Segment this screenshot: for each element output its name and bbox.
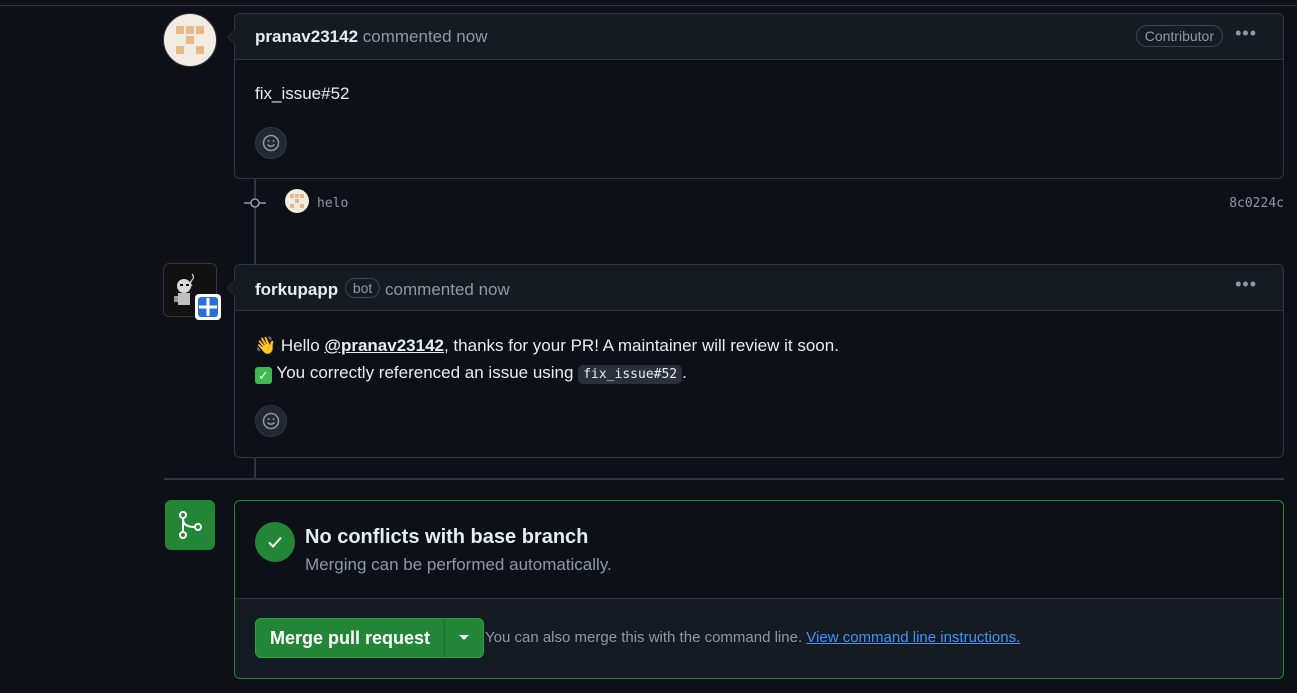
contributor-badge: Contributor [1135, 25, 1223, 47]
period-text: . [682, 363, 687, 382]
caret-down-icon [459, 635, 470, 640]
merge-pull-request-button[interactable]: Merge pull request [256, 619, 444, 657]
merge-button-group: Merge pull request [255, 618, 485, 658]
avatar-pranav23142[interactable] [163, 13, 217, 67]
bot-comment-header: forkupapp bot commented now ••• [227, 265, 1283, 311]
comment-header: pranav23142 commented now Contributor ••… [227, 14, 1283, 60]
app-badge-icon [195, 294, 221, 320]
emoji-smiley-icon [262, 134, 280, 152]
comment-menu-icon[interactable]: ••• [1235, 23, 1257, 44]
comment-author[interactable]: pranav23142 [255, 27, 358, 46]
bot-comment-author[interactable]: forkupapp [255, 280, 338, 299]
bot-comment-line1: 👋 Hello @pranav23142, thanks for your PR… [255, 336, 839, 356]
merge-status-section: No conflicts with base branch Merging ca… [235, 501, 1283, 599]
add-reaction-button[interactable] [255, 405, 287, 437]
commit-author-avatar[interactable] [285, 189, 309, 213]
merge-hint-text: You can also merge this with the command… [485, 629, 803, 646]
user-mention-link[interactable]: @pranav23142 [324, 336, 444, 355]
timeline-divider [164, 478, 1284, 480]
merge-options-dropdown[interactable] [444, 619, 483, 657]
commit-node-icon [244, 198, 266, 208]
comment-menu-icon[interactable]: ••• [1235, 274, 1257, 295]
commit-sha[interactable]: 8c0224c [1229, 196, 1284, 211]
wave-emoji-icon: 👋 [255, 336, 277, 355]
add-reaction-button[interactable] [255, 127, 287, 159]
merge-box: No conflicts with base branch Merging ca… [234, 500, 1284, 679]
top-divider [0, 5, 1297, 6]
check-icon [255, 522, 295, 562]
thanks-text: , thanks for your PR! A maintainer will … [443, 336, 839, 355]
reference-text: You correctly referenced an issue using [276, 363, 579, 382]
hello-text: Hello [280, 336, 325, 355]
commit-row: helo 8c0224c [244, 188, 1284, 218]
command-line-instructions-link[interactable]: View command line instructions. [806, 629, 1020, 646]
git-merge-icon [179, 511, 202, 539]
merge-hint: You can also merge this with the command… [485, 629, 1020, 646]
checkmark-emoji-icon: ✓ [255, 367, 272, 384]
bot-comment-timestamp[interactable]: commented now [385, 280, 510, 299]
bot-comment-line2: ✓ You correctly referenced an issue usin… [255, 363, 687, 384]
commit-message[interactable]: helo [317, 196, 348, 211]
bot-badge: bot [344, 278, 381, 298]
comment-timestamp[interactable]: commented now [363, 27, 488, 46]
merge-actions: Merge pull request You can also merge th… [235, 599, 1283, 678]
merge-status-subtitle: Merging can be performed automatically. [305, 555, 612, 574]
issue-reference-code: fix_issue#52 [578, 365, 683, 384]
comment-box: pranav23142 commented now Contributor ••… [227, 13, 1284, 179]
bot-comment-box: forkupapp bot commented now ••• 👋 Hello … [227, 264, 1284, 458]
comment-body: fix_issue#52 [255, 84, 350, 103]
merge-status-title: No conflicts with base branch [305, 526, 589, 548]
emoji-smiley-icon [262, 412, 280, 430]
merge-status-icon [165, 500, 215, 550]
